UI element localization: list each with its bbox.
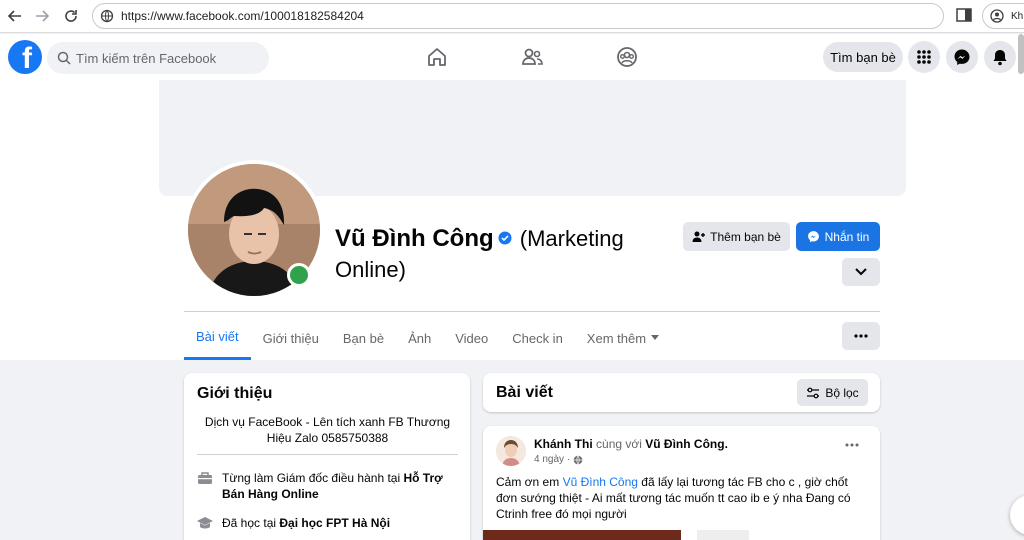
profile-chip-label: Kh: [1011, 11, 1024, 22]
online-status-dot: [287, 263, 311, 287]
chevron-down-icon: [855, 268, 867, 276]
filter-label: Bộ lọc: [825, 385, 859, 400]
posts-title: Bài viết: [496, 384, 553, 401]
side-panel-icon[interactable]: [955, 6, 973, 24]
forward-button[interactable]: [31, 5, 53, 27]
url-text: https://www.facebook.com/100018182584204: [121, 9, 364, 23]
address-bar[interactable]: https://www.facebook.com/100018182584204: [92, 3, 944, 29]
more-dots-icon: [854, 334, 868, 338]
tab-see-more-label: Xem thêm: [586, 330, 647, 346]
facebook-header: f Tìm kiếm trên Facebook Tìm bạn bè: [0, 34, 1024, 80]
intro-divider: [197, 454, 458, 455]
profile-more-button[interactable]: [842, 258, 880, 286]
grid-menu-icon: [917, 50, 931, 64]
briefcase-icon: [198, 472, 212, 484]
post-author-name[interactable]: Khánh Thi: [534, 437, 593, 451]
profile-name-block: Vũ Đình Công (Marketing Online): [335, 223, 665, 285]
arrow-left-icon: [8, 10, 21, 22]
account-icon: [990, 9, 1004, 23]
tabs-more-options-button[interactable]: [842, 322, 880, 350]
notifications-button[interactable]: [984, 41, 1016, 73]
verified-badge-icon: [498, 231, 512, 245]
reload-button[interactable]: [60, 5, 82, 27]
intro-card: Giới thiệu Dịch vụ FaceBook - Lên tích x…: [184, 373, 470, 540]
messenger-icon: [807, 231, 819, 243]
filter-button[interactable]: Bộ lọc: [797, 379, 868, 406]
tab-about[interactable]: Giới thiệu: [251, 316, 331, 360]
menu-button[interactable]: [908, 41, 940, 73]
post-with-text: cùng với: [596, 437, 642, 451]
message-button[interactable]: Nhắn tin: [796, 222, 880, 251]
intro-bio: Dịch vụ FaceBook - Lên tích xanh FB Thươ…: [204, 415, 451, 445]
add-friend-button[interactable]: Thêm bạn bè: [683, 222, 790, 251]
profile-tabs: Bài viết Giới thiệu Bạn bè Ảnh Video Che…: [184, 316, 671, 360]
browser-profile-chip[interactable]: Kh: [982, 3, 1024, 29]
messenger-button[interactable]: [946, 41, 978, 73]
facebook-logo[interactable]: f: [8, 40, 42, 74]
globe-icon: [573, 455, 583, 464]
message-label: Nhắn tin: [824, 229, 870, 244]
post-text-before: Cảm ơn em: [496, 475, 563, 489]
intro-title: Giới thiệu: [197, 385, 273, 402]
chat-bubble-button[interactable]: [1010, 495, 1024, 535]
groups-icon[interactable]: [616, 46, 638, 68]
search-input[interactable]: Tìm kiếm trên Facebook: [47, 42, 269, 74]
tab-posts[interactable]: Bài viết: [184, 316, 251, 360]
intro-edu-place[interactable]: Đại học FPT Hà Nội: [279, 516, 390, 530]
intro-work-prefix: Từng làm Giám đốc điều hành tại: [222, 471, 404, 485]
tab-checkins[interactable]: Check in: [500, 316, 575, 360]
home-icon[interactable]: [426, 46, 448, 68]
site-info-icon[interactable]: [100, 9, 114, 23]
post-time-text[interactable]: 4 ngày ·: [534, 454, 570, 465]
back-button[interactable]: [4, 5, 26, 27]
post-mention[interactable]: Vũ Đình Công: [563, 475, 638, 489]
add-friend-icon: [692, 231, 706, 242]
browser-toolbar: https://www.facebook.com/100018182584204…: [0, 0, 1024, 33]
post-author-line: Khánh Thi cùng với Vũ Đình Công.: [534, 437, 728, 451]
tab-friends[interactable]: Bạn bè: [331, 316, 396, 360]
bell-icon: [993, 50, 1007, 66]
post-image[interactable]: [483, 530, 681, 540]
caret-down-icon: [651, 335, 660, 340]
posts-header-card: Bài viết Bộ lọc: [483, 373, 880, 412]
tab-see-more[interactable]: Xem thêm: [575, 316, 671, 360]
search-icon: [57, 51, 71, 65]
friends-icon[interactable]: [521, 46, 543, 68]
post-card: Khánh Thi cùng với Vũ Đình Công. 4 ngày …: [483, 426, 880, 540]
reload-icon: [65, 10, 77, 22]
filter-sliders-icon: [807, 387, 820, 398]
tab-photos[interactable]: Ảnh: [396, 316, 443, 360]
post-text: Cảm ơn em Vũ Đình Công đã lấy lại tương …: [496, 474, 868, 522]
profile-divider: [184, 311, 880, 312]
post-tagged-name[interactable]: Vũ Đình Công.: [645, 437, 728, 451]
page-scrollbar[interactable]: [1018, 34, 1024, 74]
arrow-right-icon: [36, 10, 49, 22]
post-image-secondary[interactable]: [697, 530, 749, 540]
profile-name: Vũ Đình Công: [335, 225, 494, 252]
post-timestamp: 4 ngày ·: [534, 454, 583, 465]
graduation-cap-icon: [197, 517, 213, 529]
profile-header: Vũ Đình Công (Marketing Online) Thêm bạn…: [0, 80, 1024, 360]
tab-videos[interactable]: Video: [443, 316, 500, 360]
find-friends-button[interactable]: Tìm bạn bè: [823, 42, 903, 72]
add-friend-label: Thêm bạn bè: [710, 229, 781, 244]
intro-edu-prefix: Đã học tại: [222, 516, 280, 530]
post-author-avatar[interactable]: [496, 436, 526, 466]
messenger-icon: [954, 49, 970, 65]
post-options-icon[interactable]: [845, 443, 859, 447]
post-media[interactable]: [483, 530, 880, 540]
search-placeholder: Tìm kiếm trên Facebook: [76, 51, 217, 66]
